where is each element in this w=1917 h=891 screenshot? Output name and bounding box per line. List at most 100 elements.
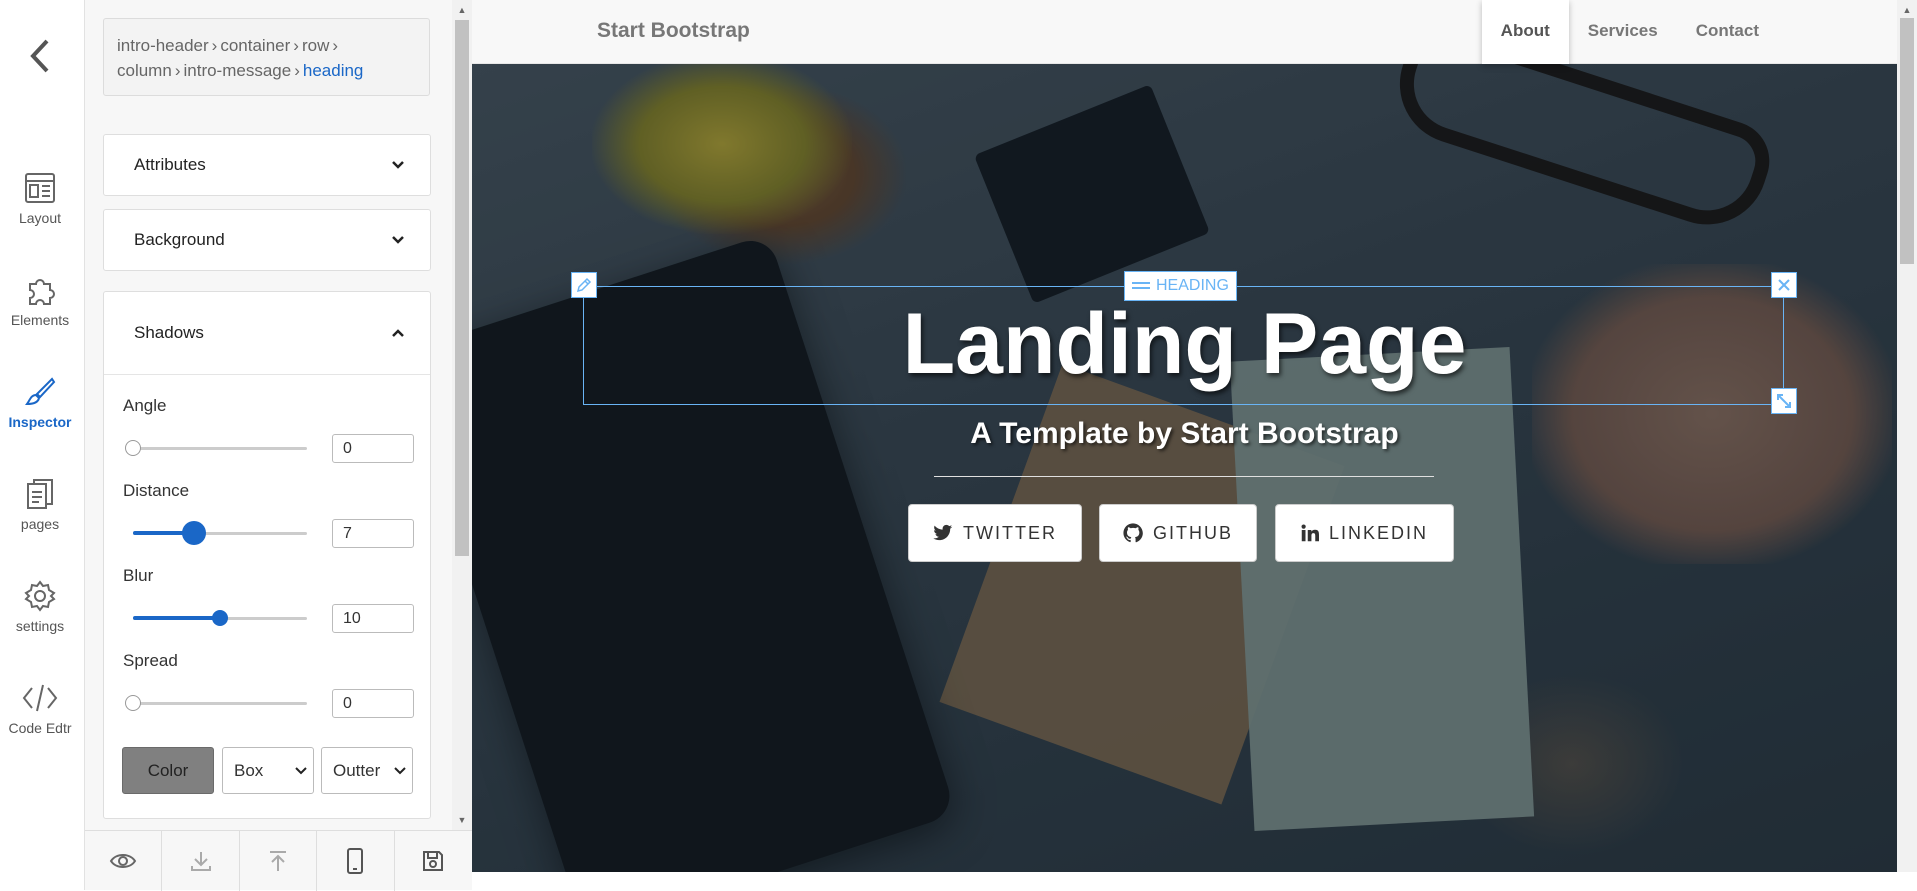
breadcrumb-separator: ›	[294, 61, 300, 80]
breadcrumb-item[interactable]: column	[117, 61, 172, 80]
canvas-scrollbar[interactable]: ▲	[1897, 0, 1917, 872]
puzzle-icon	[29, 279, 55, 305]
breadcrumb-item[interactable]: container	[220, 36, 290, 55]
shadow-color-button[interactable]: Color	[122, 747, 214, 794]
panel-scrollbar[interactable]: ▲ ▼	[452, 0, 472, 830]
rail-item-code-editor[interactable]: Code Edtr	[0, 682, 80, 738]
scroll-down-arrow-icon[interactable]: ▼	[452, 812, 472, 828]
spread-label: Spread	[123, 651, 178, 670]
rail-label-layout: Layout	[18, 210, 62, 226]
remove-element-button[interactable]	[1771, 272, 1797, 298]
inspector-panel: intro-header › container › row › column › intro-…	[85, 0, 452, 830]
shadow-type-value: Box	[234, 760, 264, 780]
save-icon	[423, 851, 444, 871]
rail-item-layout[interactable]: Layout	[0, 172, 80, 228]
nav-link-services[interactable]: Services	[1569, 0, 1677, 64]
angle-input[interactable]	[332, 434, 414, 463]
rail-label-pages: pages	[20, 516, 60, 532]
slider-thumb[interactable]	[125, 695, 141, 711]
github-button[interactable]: GITHUB	[1099, 504, 1257, 562]
github-icon	[1123, 523, 1143, 543]
scrollbar-thumb[interactable]	[455, 20, 469, 556]
scroll-up-arrow-icon[interactable]: ▲	[1897, 2, 1917, 18]
mobile-view-button[interactable]	[317, 831, 395, 891]
gear-icon	[24, 580, 56, 612]
angle-slider[interactable]	[125, 436, 307, 460]
hero-subheading[interactable]: A Template by Start Bootstrap	[472, 417, 1897, 451]
layout-icon	[25, 173, 55, 203]
linkedin-button[interactable]: LINKEDIN	[1275, 504, 1454, 562]
shadows-header[interactable]: Shadows	[104, 292, 430, 374]
upload-button[interactable]	[240, 831, 318, 891]
angle-label: Angle	[123, 396, 167, 415]
distance-input[interactable]	[332, 519, 414, 548]
code-icon	[22, 684, 58, 712]
attributes-title: Attributes	[134, 155, 206, 174]
drag-handle-icon	[1132, 282, 1150, 289]
scroll-up-arrow-icon[interactable]: ▲	[452, 2, 472, 18]
breadcrumb-current[interactable]: heading	[303, 61, 364, 80]
rail-label-code-editor: Code Edtr	[8, 720, 72, 736]
linkedin-label: LINKEDIN	[1328, 522, 1429, 543]
shadows-section: Shadows Angle Distance Blur	[103, 291, 431, 819]
rail-label-inspector: Inspector	[8, 414, 72, 430]
breadcrumb-item[interactable]: intro-header	[117, 36, 209, 55]
breadcrumb-separator: ›	[293, 36, 299, 55]
shadows-body: Angle Distance Blur Spread	[104, 374, 430, 794]
slider-thumb[interactable]	[125, 440, 141, 456]
back-chevron-icon[interactable]	[25, 38, 55, 74]
blur-input[interactable]	[332, 604, 414, 633]
brush-icon	[25, 377, 56, 406]
rail-item-pages[interactable]: pages	[0, 478, 80, 534]
rail-item-settings[interactable]: settings	[0, 580, 80, 636]
download-button[interactable]	[162, 831, 240, 891]
scrollbar-thumb[interactable]	[1900, 18, 1914, 264]
background-section: Background	[103, 209, 431, 271]
download-icon	[190, 852, 211, 871]
edit-element-button[interactable]	[571, 272, 597, 298]
twitter-button[interactable]: TWITTER	[908, 504, 1082, 562]
close-icon	[1778, 279, 1790, 291]
slider-thumb[interactable]	[212, 610, 228, 626]
selection-drag-tag[interactable]: HEADING	[1124, 271, 1237, 301]
left-rail: Layout Elements Inspector pages settings…	[0, 0, 85, 890]
rail-item-elements[interactable]: Elements	[0, 274, 80, 330]
page-canvas: Start Bootstrap About Services Contact L…	[472, 0, 1897, 872]
linkedin-icon	[1301, 524, 1319, 542]
resize-handle[interactable]	[1771, 388, 1797, 414]
chevron-down-icon	[392, 236, 404, 244]
hero-heading[interactable]: Landing Page	[472, 295, 1897, 394]
pencil-icon	[576, 277, 592, 293]
preview-button[interactable]	[85, 831, 163, 891]
github-label: GITHUB	[1152, 522, 1233, 543]
hero-background-image	[472, 17, 1897, 872]
site-nav: About Services Contact	[1481, 0, 1778, 64]
eye-icon	[110, 854, 137, 868]
bottom-toolbar	[85, 830, 472, 891]
distance-label: Distance	[123, 481, 190, 500]
breadcrumb-separator: ›	[332, 36, 339, 55]
twitter-label: TWITTER	[963, 522, 1057, 543]
pages-icon	[27, 479, 53, 509]
site-brand[interactable]: Start Bootstrap	[597, 19, 750, 43]
rail-label-settings: settings	[15, 618, 65, 634]
spread-input[interactable]	[332, 689, 414, 718]
save-button[interactable]	[395, 831, 472, 891]
breadcrumb-separator: ›	[174, 61, 181, 80]
breadcrumb-separator: ›	[211, 36, 218, 55]
spread-slider[interactable]	[125, 691, 307, 715]
chevron-up-icon	[392, 329, 404, 337]
shadow-type-select[interactable]: Box	[222, 747, 314, 794]
breadcrumb-item[interactable]: intro-message	[183, 61, 291, 80]
breadcrumb-item[interactable]: row	[302, 36, 329, 55]
rail-item-inspector[interactable]: Inspector	[0, 376, 80, 432]
nav-link-contact[interactable]: Contact	[1677, 0, 1778, 64]
nav-link-about[interactable]: About	[1481, 0, 1569, 64]
distance-slider[interactable]	[133, 521, 307, 545]
blur-slider[interactable]	[133, 606, 307, 630]
attributes-header[interactable]: Attributes	[104, 135, 430, 195]
background-header[interactable]: Background	[104, 210, 430, 270]
selection-tag-label: HEADING	[1156, 277, 1229, 294]
slider-thumb[interactable]	[181, 521, 206, 545]
shadow-position-select[interactable]: Outter	[321, 747, 413, 794]
